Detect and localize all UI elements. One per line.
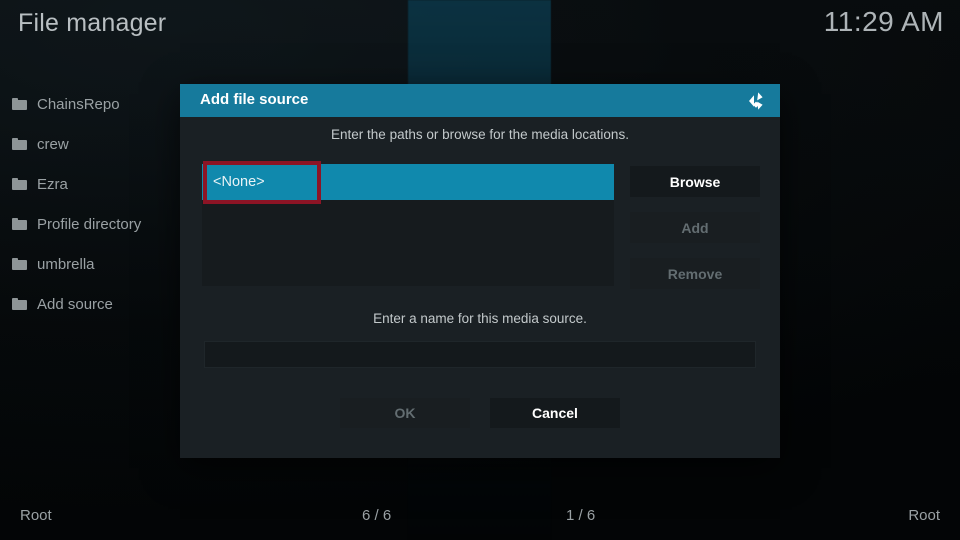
sidebar-item-ezra[interactable]: Ezra xyxy=(0,164,180,204)
status-right-count: 1 / 6 xyxy=(566,507,596,524)
dialog-header: Add file source xyxy=(180,84,780,117)
remove-button[interactable]: Remove xyxy=(630,258,760,289)
add-file-source-dialog: Add file source Enter the paths or brows… xyxy=(180,84,780,458)
status-right-path: Root xyxy=(908,507,940,524)
browse-button[interactable]: Browse xyxy=(630,166,760,197)
sidebar-item-crew[interactable]: crew xyxy=(0,124,180,164)
kodi-file-manager-screen: File manager 11:29 AM ChainsRepo crew Ez… xyxy=(0,0,960,540)
sidebar-item-label: crew xyxy=(37,135,69,153)
sidebar-item-profile-directory[interactable]: Profile directory xyxy=(0,204,180,244)
status-left-path: Root xyxy=(20,507,52,524)
sidebar-file-list[interactable]: ChainsRepo crew Ezra Profile directory u… xyxy=(0,84,180,324)
folder-icon xyxy=(12,298,27,310)
sidebar-item-label: Add source xyxy=(37,295,113,313)
media-source-name-input[interactable] xyxy=(204,341,756,368)
folder-icon xyxy=(12,98,27,110)
folder-icon xyxy=(12,218,27,230)
sidebar-item-chainsrepo[interactable]: ChainsRepo xyxy=(0,84,180,124)
page-title: File manager xyxy=(18,9,167,37)
path-listbox[interactable]: <None> xyxy=(202,164,614,286)
path-value-label: <None> xyxy=(213,174,265,190)
kodi-logo-icon xyxy=(744,89,768,113)
folder-icon xyxy=(12,178,27,190)
clock-label: 11:29 AM xyxy=(823,6,944,37)
ok-button[interactable]: OK xyxy=(340,398,470,428)
media-source-name-label: Enter a name for this media source. xyxy=(373,311,587,326)
status-left-count: 6 / 6 xyxy=(362,507,392,524)
sidebar-item-add-source[interactable]: Add source xyxy=(0,284,180,324)
sidebar-item-label: Ezra xyxy=(37,175,68,193)
dialog-subtitle: Enter the paths or browse for the media … xyxy=(331,127,629,142)
folder-icon xyxy=(12,258,27,270)
cancel-button[interactable]: Cancel xyxy=(490,398,620,428)
folder-icon xyxy=(12,138,27,150)
dialog-title: Add file source xyxy=(200,91,309,108)
top-bar: File manager 11:29 AM xyxy=(0,0,960,52)
sidebar-item-label: Profile directory xyxy=(37,215,142,233)
sidebar-item-label: ChainsRepo xyxy=(37,95,120,113)
sidebar-item-label: umbrella xyxy=(37,255,95,273)
status-bar: Root 6 / 6 1 / 6 Root xyxy=(0,496,960,540)
sidebar-item-umbrella[interactable]: umbrella xyxy=(0,244,180,284)
path-list-item-selected[interactable]: <None> xyxy=(202,164,614,200)
add-button[interactable]: Add xyxy=(630,212,760,243)
